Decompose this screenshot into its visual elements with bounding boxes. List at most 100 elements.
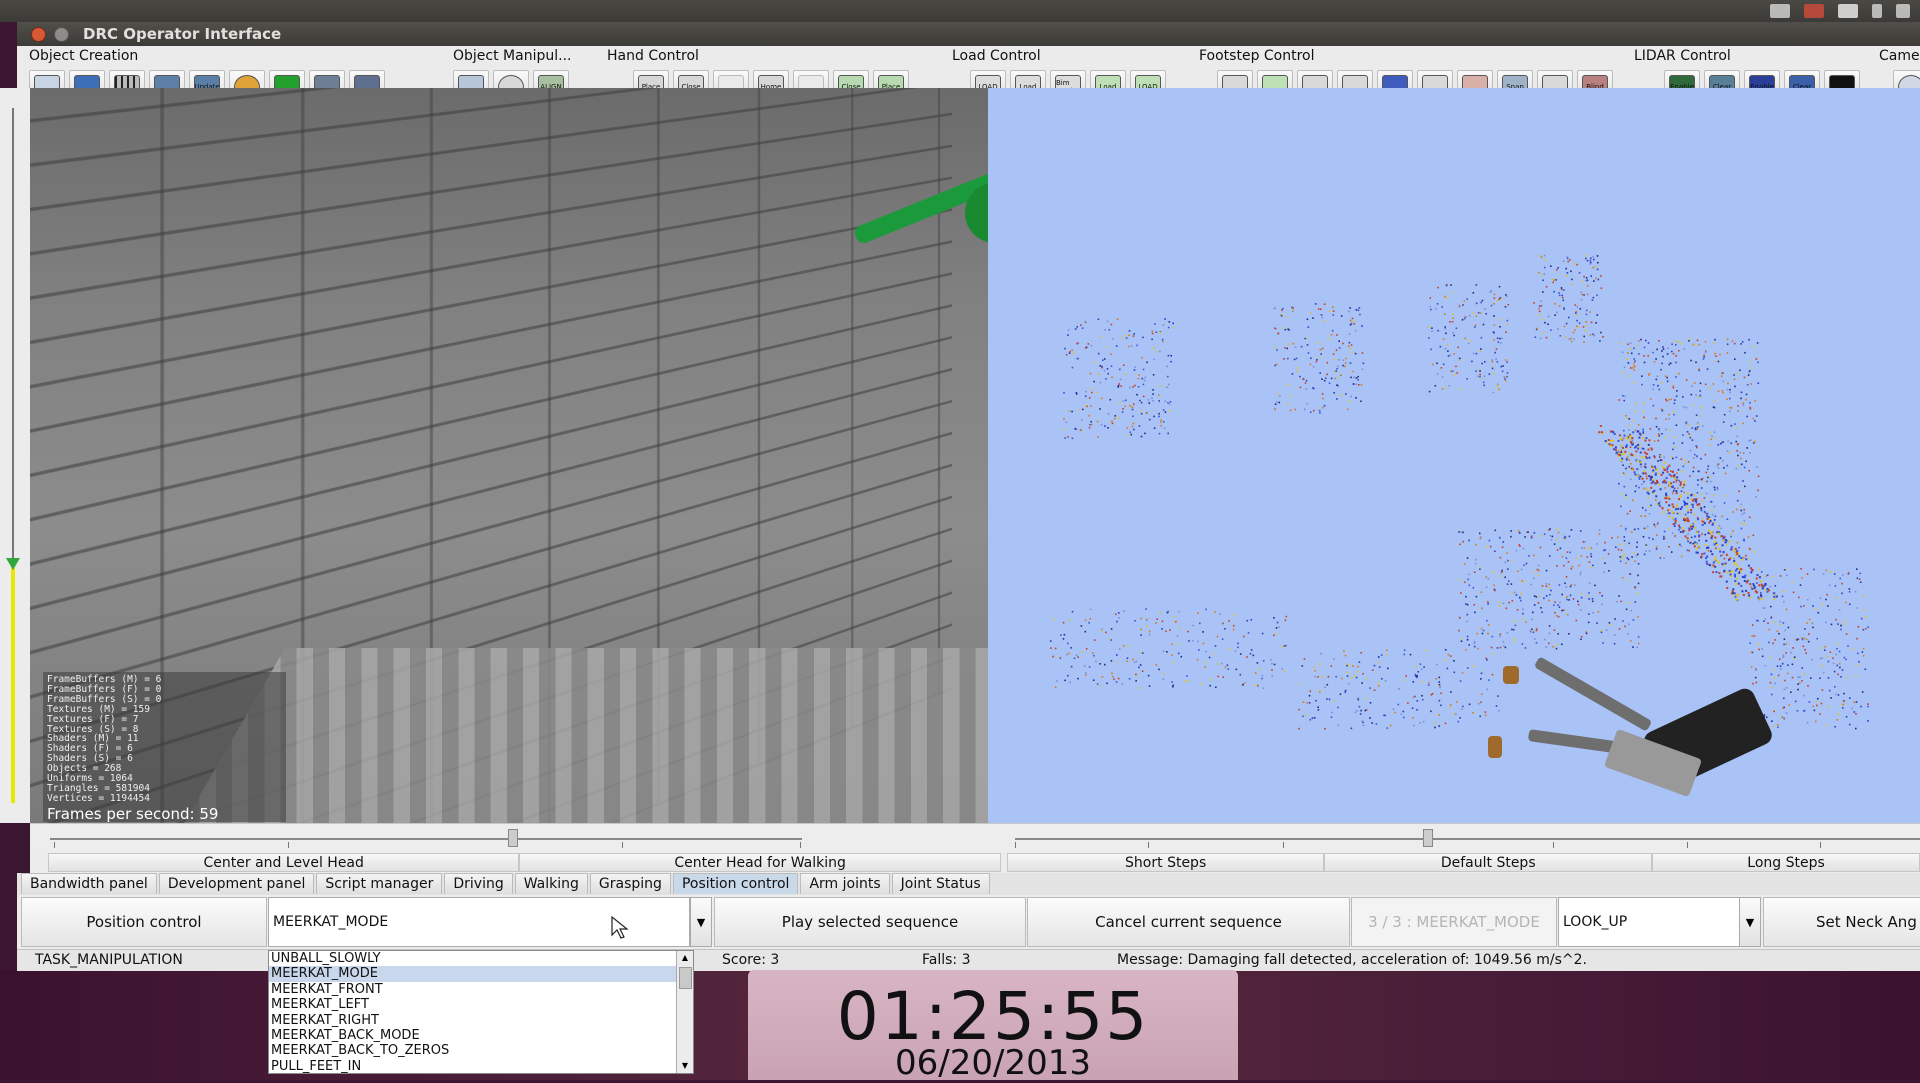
lidar-point [1439, 686, 1441, 689]
lidar-point [1733, 550, 1735, 553]
center-level-head-button[interactable]: Center and Level Head [48, 853, 520, 872]
lidar-point [1618, 434, 1621, 437]
list-item[interactable]: PULL_FEET_IN [269, 1059, 693, 1074]
recording-tray-icon[interactable] [1804, 4, 1824, 18]
head-yaw-slider-thumb[interactable] [508, 829, 518, 847]
head-pitch-slider-thumb[interactable] [6, 558, 20, 570]
lidar-point [1652, 471, 1654, 474]
lidar-point [1578, 272, 1581, 274]
scrollbar-thumb[interactable] [679, 967, 692, 989]
lidar-point [1859, 581, 1862, 583]
lidar-point [1505, 607, 1508, 610]
dropdown-scrollbar[interactable]: ▲ ▼ [676, 951, 693, 1073]
lidar-point [1647, 448, 1650, 451]
lidar-point [1543, 254, 1546, 257]
scroll-up-icon[interactable]: ▲ [677, 951, 693, 965]
list-item-selected[interactable]: MEERKAT_MODE [269, 966, 693, 982]
tab-grasping[interactable]: Grasping [589, 873, 671, 894]
lidar-point [1336, 367, 1338, 370]
long-steps-button[interactable]: Long Steps [1652, 853, 1920, 872]
lidar-point [1321, 676, 1323, 678]
scroll-down-icon[interactable]: ▼ [677, 1059, 693, 1073]
lidar-point [1646, 477, 1648, 480]
head-yaw-slider-track[interactable] [50, 838, 802, 840]
minimize-window-icon[interactable] [54, 26, 69, 42]
neck-select-chevron-down-icon[interactable]: ▼ [1739, 897, 1761, 947]
lidar-3d-view[interactable] [988, 88, 1920, 823]
lidar-point [1629, 367, 1632, 369]
lidar-point [1088, 426, 1091, 429]
lidar-point [1540, 300, 1542, 302]
lidar-point [1707, 532, 1710, 535]
network-tray-icon[interactable] [1896, 4, 1910, 18]
set-neck-angle-button[interactable]: Set Neck Ang [1763, 897, 1920, 947]
mail-tray-icon[interactable] [1838, 4, 1858, 18]
folder-tray-icon[interactable] [1770, 4, 1790, 18]
default-steps-button[interactable]: Default Steps [1324, 853, 1653, 872]
lidar-point [1614, 448, 1617, 451]
position-control-button[interactable]: Position control [21, 897, 267, 947]
lidar-point [1305, 714, 1307, 716]
step-length-slider-track[interactable] [1015, 838, 1920, 840]
center-head-walking-button[interactable]: Center Head for Walking [519, 853, 1001, 872]
lidar-point [1345, 393, 1347, 395]
lidar-point [1749, 583, 1752, 586]
lidar-point [1676, 390, 1678, 392]
lidar-point [1752, 534, 1755, 537]
tab-script-manager[interactable]: Script manager [316, 873, 443, 894]
lidar-point [1586, 556, 1589, 558]
neck-position-select[interactable]: LOOK_UP [1558, 897, 1755, 947]
lidar-point [1801, 577, 1803, 579]
lidar-point [1488, 373, 1491, 375]
lidar-point [1298, 727, 1300, 730]
lidar-point [1310, 357, 1312, 359]
lidar-point [1074, 427, 1077, 430]
sequence-select-chevron-down-icon[interactable]: ▼ [690, 897, 712, 947]
lidar-point [1596, 268, 1599, 271]
lidar-point [1533, 302, 1535, 304]
lidar-point [1455, 365, 1457, 368]
lidar-point [1387, 667, 1389, 670]
tab-arm-joints[interactable]: Arm joints [800, 873, 890, 894]
lidar-point [1793, 656, 1796, 658]
lidar-point [1577, 603, 1580, 606]
clock-date: 06/20/2013 [895, 1043, 1091, 1083]
lidar-point [1521, 618, 1524, 620]
lidar-point [1162, 673, 1165, 675]
lidar-point [1309, 690, 1312, 692]
lidar-point [1828, 584, 1831, 587]
tab-driving[interactable]: Driving [444, 873, 513, 894]
cancel-sequence-button[interactable]: Cancel current sequence [1027, 897, 1350, 947]
lidar-point [1120, 385, 1122, 387]
tab-walking[interactable]: Walking [514, 873, 588, 894]
list-item[interactable]: MEERKAT_LEFT [269, 997, 693, 1012]
lidar-point [1746, 447, 1748, 449]
list-item[interactable]: MEERKAT_RIGHT [269, 1013, 693, 1028]
lidar-point [1198, 649, 1200, 651]
bluetooth-tray-icon[interactable] [1872, 4, 1882, 18]
list-item[interactable]: MEERKAT_BACK_MODE [269, 1028, 693, 1043]
lidar-point [1292, 307, 1294, 309]
tab-joint-status[interactable]: Joint Status [891, 873, 990, 894]
step-length-slider-thumb[interactable] [1423, 829, 1433, 847]
lidar-point [1661, 362, 1663, 365]
lidar-point [1556, 268, 1558, 271]
tab-development-panel[interactable]: Development panel [158, 873, 315, 894]
lidar-point [1306, 702, 1309, 704]
tab-bandwidth-panel[interactable]: Bandwidth panel [21, 873, 157, 894]
lidar-point [1078, 409, 1081, 411]
list-item[interactable]: MEERKAT_BACK_TO_ZEROS [269, 1043, 693, 1058]
short-steps-button[interactable]: Short Steps [1006, 853, 1325, 872]
tab-position-control[interactable]: Position control [672, 873, 799, 894]
play-sequence-button[interactable]: Play selected sequence [714, 897, 1026, 947]
close-window-icon[interactable] [31, 26, 46, 42]
lidar-point [1523, 581, 1525, 583]
lidar-point [1129, 404, 1131, 407]
list-item[interactable]: UNBALL_SLOWLY [269, 951, 693, 966]
lidar-point [1565, 336, 1567, 339]
lidar-point [1170, 354, 1172, 357]
list-item[interactable]: MEERKAT_FRONT [269, 982, 693, 997]
lidar-point [1628, 459, 1631, 461]
lidar-point [1580, 291, 1583, 294]
position-control-panel: Position control MEERKAT_MODE ▼ Play sel… [17, 895, 1920, 949]
